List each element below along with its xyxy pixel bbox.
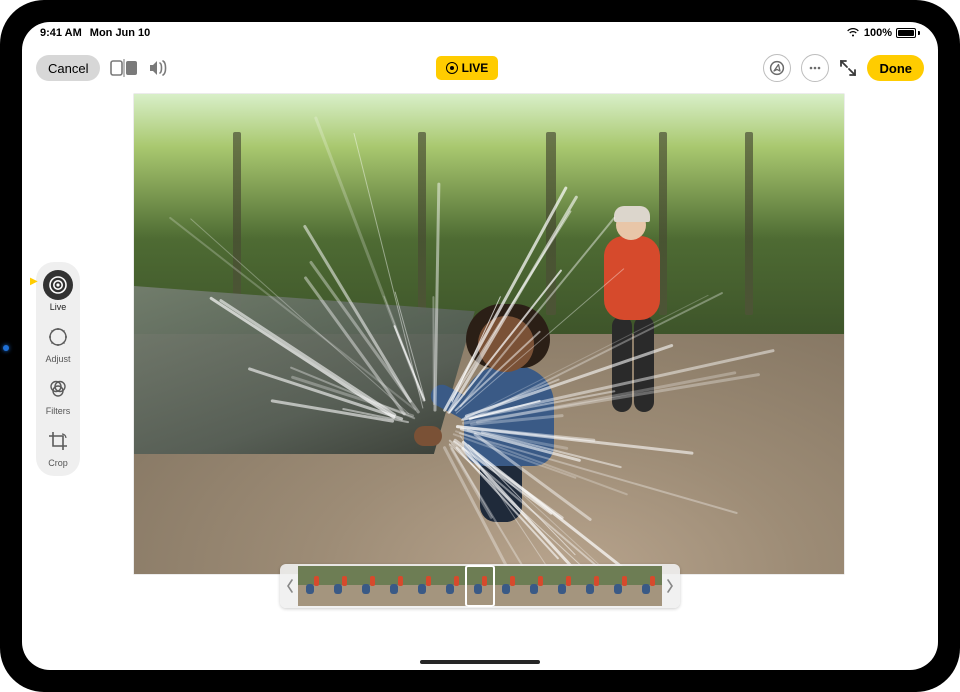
filmstrip-frame[interactable] [466, 566, 494, 606]
compare-toggle-button[interactable] [110, 54, 138, 82]
live-photo-badge[interactable]: LIVE [436, 56, 499, 80]
tool-adjust-label: Adjust [45, 354, 70, 364]
filmstrip-frame[interactable] [494, 566, 522, 606]
filmstrip-frame[interactable] [438, 566, 466, 606]
tool-filters[interactable]: Filters [38, 374, 78, 416]
tool-filters-label: Filters [46, 406, 71, 416]
filmstrip-frame[interactable] [298, 566, 326, 606]
filmstrip-frame[interactable] [410, 566, 438, 606]
battery-percentage: 100% [864, 27, 892, 39]
filmstrip-frame[interactable] [578, 566, 606, 606]
crop-tool-icon [43, 426, 73, 456]
filmstrip-frame[interactable] [382, 566, 410, 606]
wifi-icon [846, 27, 860, 40]
volume-icon[interactable] [148, 54, 170, 82]
filmstrip-frame[interactable] [522, 566, 550, 606]
fullscreen-button[interactable] [839, 54, 857, 82]
photo-subject-splashing [418, 286, 578, 526]
editor-toolbar: Cancel LIVE [22, 50, 938, 86]
tool-crop[interactable]: Crop [38, 426, 78, 468]
filmstrip-frame[interactable] [354, 566, 382, 606]
edit-tools-sidebar: ▶ Live Adjust Filters [36, 262, 80, 476]
more-button[interactable] [801, 54, 829, 82]
cancel-button[interactable]: Cancel [36, 55, 100, 81]
filmstrip-frames[interactable] [298, 566, 662, 606]
status-bar: 9:41 AM Mon Jun 10 100% [22, 22, 938, 44]
live-badge-label: LIVE [462, 61, 489, 75]
live-icon [446, 62, 458, 74]
tool-live[interactable]: Live [38, 270, 78, 312]
markup-button[interactable] [763, 54, 791, 82]
filmstrip-frame[interactable] [606, 566, 634, 606]
status-date: Mon Jun 10 [90, 27, 151, 39]
photo-canvas[interactable] [134, 94, 844, 574]
camera-indicator-dot [3, 345, 9, 351]
filmstrip-frame[interactable] [634, 566, 662, 606]
filmstrip-next-button[interactable] [662, 566, 678, 606]
filmstrip-frame[interactable] [326, 566, 354, 606]
live-tool-icon [43, 270, 73, 300]
adjust-tool-icon [43, 322, 73, 352]
photo-subject-standing [588, 200, 678, 440]
tool-crop-label: Crop [48, 458, 68, 468]
home-indicator[interactable] [420, 660, 540, 664]
selected-tool-indicator-icon: ▶ [30, 276, 38, 287]
filters-tool-icon [43, 374, 73, 404]
live-photo-filmstrip[interactable] [280, 564, 680, 608]
filmstrip-prev-button[interactable] [282, 566, 298, 606]
tool-adjust[interactable]: Adjust [38, 322, 78, 364]
filmstrip-frame[interactable] [550, 566, 578, 606]
done-button[interactable]: Done [867, 55, 924, 81]
tool-live-label: Live [50, 302, 67, 312]
status-time: 9:41 AM [40, 27, 82, 39]
battery-icon [896, 28, 920, 38]
